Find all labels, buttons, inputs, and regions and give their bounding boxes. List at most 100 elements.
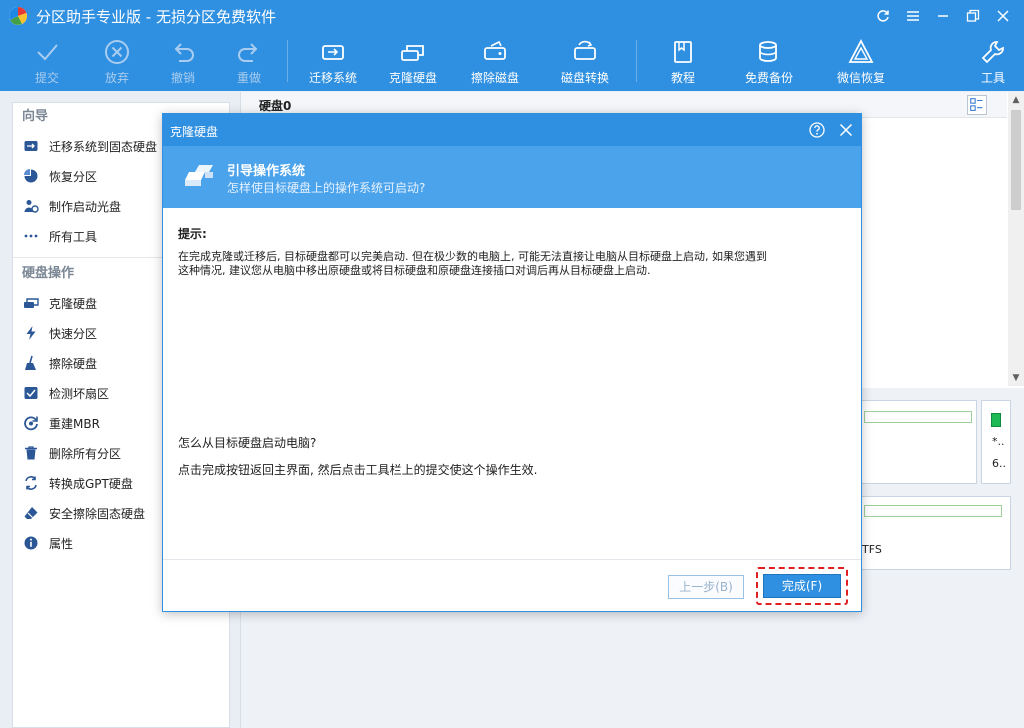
dialog-titlebar: 克隆硬盘 xyxy=(163,114,861,146)
wechat-recovery-button[interactable]: 微信恢复 xyxy=(830,36,892,88)
banner-subtitle: 怎样使目标硬盘上的操作系统可启动? xyxy=(227,181,426,195)
list-view-icon xyxy=(970,98,983,111)
minimize-icon xyxy=(938,15,948,17)
redo-icon xyxy=(238,43,258,62)
tools-label: 工具 xyxy=(980,71,1005,85)
close-icon xyxy=(997,10,1009,22)
restore-icon xyxy=(966,9,980,22)
menu-button[interactable] xyxy=(898,4,928,28)
wechat-recovery-label: 微信恢复 xyxy=(836,71,885,85)
partition-card[interactable]: *.. 6.. xyxy=(981,400,1011,484)
disk-card[interactable] xyxy=(859,400,977,484)
convert-disk-icon xyxy=(574,40,596,60)
wechat-recovery-icon xyxy=(848,39,874,63)
menu-icon xyxy=(907,11,919,21)
clone-disk-icon xyxy=(24,298,39,308)
partition-label: *.. xyxy=(992,435,1005,448)
cancel-circle-icon xyxy=(105,40,129,64)
undo-icon xyxy=(174,43,194,62)
finish-button[interactable]: 完成(F) xyxy=(763,574,841,598)
toolbar-separator xyxy=(636,40,637,82)
sidebar-item-label: 克隆硬盘 xyxy=(49,296,98,311)
partition-bar xyxy=(864,505,1002,517)
question-text: 怎么从目标硬盘启动电脑? xyxy=(178,436,317,450)
disk-convert-button[interactable]: 磁盘转换 xyxy=(554,36,616,88)
pie-chart-icon xyxy=(24,169,38,183)
check-icon xyxy=(37,44,58,61)
sidebar-item-label: 擦除硬盘 xyxy=(49,356,98,371)
sidebar-item-label: 安全擦除固态硬盘 xyxy=(49,506,146,521)
title-bar: 分区助手专业版 - 无损分区免费软件 xyxy=(0,0,1024,32)
submit-label: 提交 xyxy=(34,71,59,85)
sidebar-item-label: 迁移系统到固态硬盘 xyxy=(49,139,158,154)
tutorial-label: 教程 xyxy=(670,71,695,85)
scroll-down-icon[interactable]: ▼ xyxy=(1008,370,1024,386)
lightning-icon xyxy=(26,326,36,340)
help-icon[interactable] xyxy=(808,121,826,139)
clone-disk-icon xyxy=(401,45,424,61)
sidebar-item-label: 转换成GPT硬盘 xyxy=(49,476,133,491)
hint-line: 这种情况, 建议您从电脑中移出原硬盘或将目标硬盘和原硬盘连接插口对调后再从目标硬… xyxy=(178,264,651,277)
minimize-button[interactable] xyxy=(928,4,958,28)
book-icon xyxy=(674,41,692,63)
scroll-thumb[interactable] xyxy=(1011,110,1021,210)
close-window-button[interactable] xyxy=(988,4,1018,28)
partition-bar xyxy=(864,411,972,423)
rebuild-icon xyxy=(24,416,38,431)
sidebar-item-label: 制作启动光盘 xyxy=(49,199,122,214)
eraser-icon xyxy=(24,507,38,519)
sidebar-item-label: 快速分区 xyxy=(49,326,98,341)
finish-highlight: 完成(F) xyxy=(756,567,848,605)
dialog-title: 克隆硬盘 xyxy=(170,125,219,139)
clone-disk-button[interactable]: 克隆硬盘 xyxy=(382,36,444,88)
disk-card[interactable]: TFS xyxy=(859,496,1011,570)
window-controls xyxy=(868,4,1018,28)
sidebar-item-label: 所有工具 xyxy=(49,229,98,244)
partition-size: 6.. xyxy=(992,457,1006,470)
migrate-os-button[interactable]: 迁移系统 xyxy=(302,36,364,88)
toolbar-separator xyxy=(287,40,288,82)
refresh-button[interactable] xyxy=(868,4,898,28)
restore-button[interactable] xyxy=(958,4,988,28)
dialog-footer: 上一步(B) 完成(F) xyxy=(163,559,861,611)
clone-disk-dialog: 克隆硬盘 引导操作系统 怎样使目标硬盘上的操作系统可启动? 提示: 在完成克隆或… xyxy=(162,113,862,612)
backup-database-icon xyxy=(759,41,777,62)
discard-label: 放弃 xyxy=(104,71,129,85)
dialog-banner: 引导操作系统 怎样使目标硬盘上的操作系统可启动? xyxy=(163,146,861,208)
scroll-up-icon[interactable]: ▲ xyxy=(1008,92,1024,108)
discard-button[interactable]: 放弃 xyxy=(86,36,148,88)
wrench-icon xyxy=(981,41,1004,64)
clone-disk-label: 克隆硬盘 xyxy=(388,71,437,85)
convert-icon xyxy=(25,476,37,490)
free-backup-label: 免费备份 xyxy=(744,71,793,85)
toolbar: 提交 放弃 撤销 重做 迁移系统 克隆硬盘 擦除磁盘 磁盘转换 教程 免费备份 … xyxy=(0,36,1024,88)
previous-button[interactable]: 上一步(B) xyxy=(668,575,744,599)
sidebar-item-label: 删除所有分区 xyxy=(49,446,122,461)
clone-disk-icon xyxy=(185,165,213,186)
answer-text: 点击完成按钮返回主界面, 然后点击工具栏上的提交使这个操作生效. xyxy=(178,463,538,477)
sidebar-item-label: 属性 xyxy=(49,536,74,551)
top-bar: 分区助手专业版 - 无损分区免费软件 提交 放弃 撤销 重做 迁移系统 克隆硬盘… xyxy=(0,0,1024,91)
redo-label: 重做 xyxy=(236,71,261,85)
sidebar-item-label: 重建MBR xyxy=(49,416,100,431)
undo-button[interactable]: 撤销 xyxy=(152,36,214,88)
submit-button[interactable]: 提交 xyxy=(16,36,78,88)
close-icon[interactable] xyxy=(837,121,855,139)
app-title: 分区助手专业版 - 无损分区免费软件 xyxy=(36,8,276,26)
undo-label: 撤销 xyxy=(170,71,195,85)
tools-button[interactable]: 工具 xyxy=(962,36,1024,88)
vertical-scrollbar[interactable]: ▲ ▼ xyxy=(1008,92,1024,386)
check-sectors-icon xyxy=(24,387,38,399)
view-toggle-button[interactable] xyxy=(967,95,987,115)
wipe-disk-label: 擦除磁盘 xyxy=(470,71,519,85)
disk-convert-label: 磁盘转换 xyxy=(560,71,609,85)
redo-button[interactable]: 重做 xyxy=(218,36,280,88)
app-logo-icon xyxy=(9,6,27,25)
wipe-disk-button[interactable]: 擦除磁盘 xyxy=(464,36,526,88)
tutorial-button[interactable]: 教程 xyxy=(652,36,714,88)
more-dots-icon xyxy=(24,234,38,238)
migrate-drive-icon xyxy=(322,45,344,60)
sidebar-item-label: 检测坏扇区 xyxy=(49,386,110,401)
hint-title: 提示: xyxy=(178,227,207,241)
free-backup-button[interactable]: 免费备份 xyxy=(738,36,800,88)
